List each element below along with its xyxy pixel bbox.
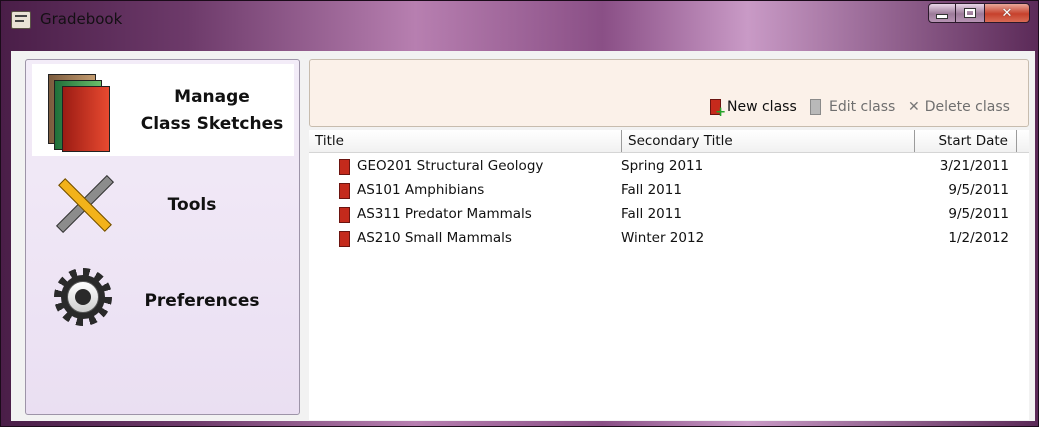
column-header-secondary-title[interactable]: Secondary Title [621,130,911,152]
table-row[interactable]: AS210 Small Mammals Winter 2012 1/2/2012 [309,227,1029,251]
edit-class-label: Edit class [829,99,896,115]
gear-icon [54,268,112,326]
cell-secondary-title: Fall 2011 [621,182,682,198]
cell-secondary-title: Fall 2011 [621,206,682,222]
class-book-icon [339,231,350,247]
title-bar[interactable]: Gradebook ✕ [1,1,1038,45]
window-content: Manage Class Sketches Tools Preferences … [11,51,1035,421]
maximize-icon [964,8,976,18]
cell-start-date: 9/5/2011 [948,182,1009,198]
sidebar-item-tools[interactable]: Tools [32,160,294,252]
new-class-label: New class [727,99,797,115]
table-row[interactable]: AS311 Predator Mammals Fall 2011 9/5/201… [309,203,1029,227]
class-table: Title Secondary Title Start Date GEO201 … [309,130,1029,420]
cell-start-date: 3/21/2011 [939,158,1009,174]
sidebar-item-label-line1: Manage [174,87,250,107]
minimize-button[interactable] [928,3,956,23]
cell-title: AS311 Predator Mammals [357,206,532,222]
new-class-icon [710,99,726,120]
edit-class-button[interactable]: Edit class [810,97,895,117]
delete-class-label: Delete class [924,99,1010,115]
table-row[interactable]: AS101 Amphibians Fall 2011 9/5/2011 [309,179,1029,203]
table-row[interactable]: GEO201 Structural Geology Spring 2011 3/… [309,155,1029,179]
window-title: Gradebook [40,10,123,28]
tools-icon [50,168,122,240]
close-icon: ✕ [1001,5,1013,21]
delete-icon: ✕ [908,99,920,115]
maximize-button[interactable] [956,3,984,23]
class-book-icon [339,207,350,223]
new-class-button[interactable]: New class [710,97,797,120]
sidebar-item-manage-class-sketches[interactable]: Manage Class Sketches [32,64,294,156]
sidebar-item-label: Manage Class Sketches [132,84,292,138]
edit-class-icon [810,99,821,115]
minimize-icon [936,13,948,19]
cell-title: AS210 Small Mammals [357,230,512,246]
column-header-start-date[interactable]: Start Date [914,130,1017,152]
class-book-icon [339,183,350,199]
table-body: GEO201 Structural Geology Spring 2011 3/… [309,155,1029,251]
gradebook-app-icon[interactable] [11,11,31,29]
app-window: Gradebook ✕ Manage Class Sketches Tools … [0,0,1039,427]
class-toolbar: New class Edit class ✕ Delete class [309,59,1029,127]
cell-secondary-title: Spring 2011 [621,158,704,174]
sidebar-item-label: Tools [167,195,217,215]
cell-title: AS101 Amphibians [357,182,485,198]
cell-title: GEO201 Structural Geology [357,158,544,174]
books-icon [46,72,112,152]
class-book-icon [339,159,350,175]
sidebar-item-preferences[interactable]: Preferences [32,256,294,348]
sidebar: Manage Class Sketches Tools Preferences [25,59,300,415]
sidebar-item-label-line2: Class Sketches [140,114,284,134]
column-header-title[interactable]: Title [315,130,609,152]
window-controls: ✕ [928,3,1030,25]
delete-class-button[interactable]: ✕ Delete class [908,97,1010,117]
close-button[interactable]: ✕ [984,3,1030,23]
sidebar-item-label: Preferences [144,291,260,311]
cell-start-date: 9/5/2011 [948,206,1009,222]
cell-start-date: 1/2/2012 [948,230,1009,246]
table-header: Title Secondary Title Start Date [309,130,1029,153]
cell-secondary-title: Winter 2012 [621,230,705,246]
